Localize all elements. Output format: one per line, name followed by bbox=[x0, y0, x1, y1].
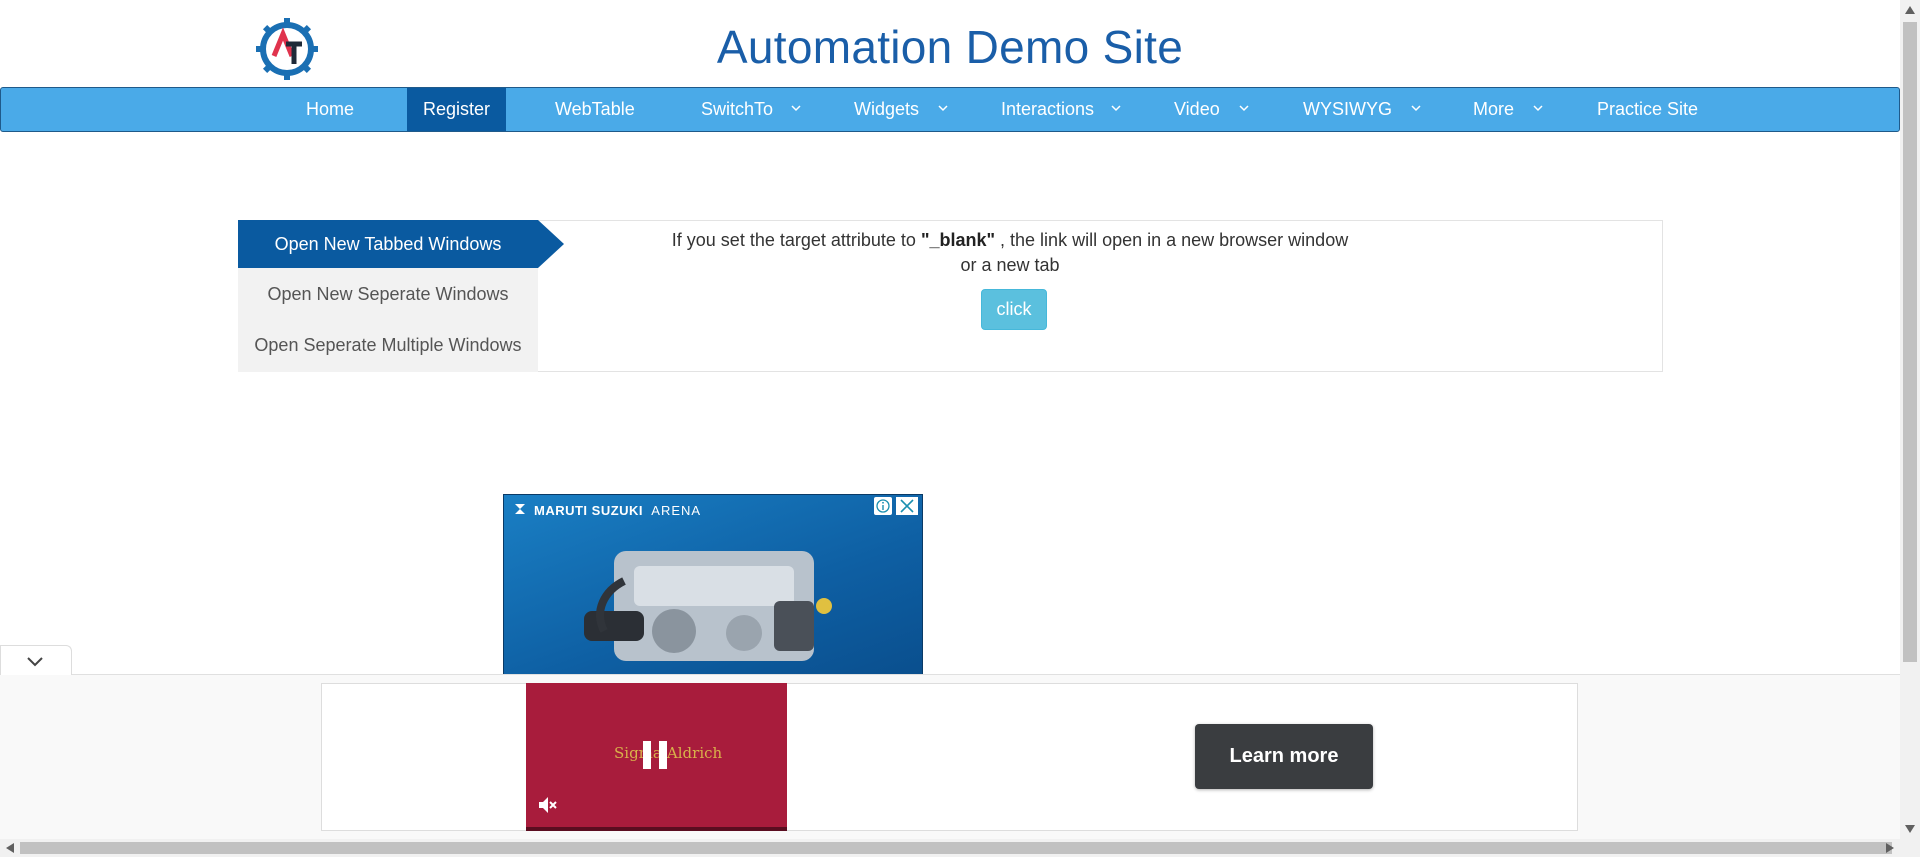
scroll-left-arrow-icon[interactable] bbox=[6, 843, 14, 853]
vertical-scrollbar-thumb[interactable] bbox=[1903, 22, 1917, 662]
chevron-down-icon bbox=[27, 657, 43, 667]
close-icon[interactable] bbox=[896, 497, 918, 515]
site-title: Automation Demo Site bbox=[716, 21, 1184, 73]
chevron-down-icon[interactable] bbox=[938, 103, 948, 113]
engine-image bbox=[584, 551, 832, 661]
suzuki-logo-icon bbox=[515, 504, 525, 514]
scroll-down-arrow-icon[interactable] bbox=[1905, 825, 1915, 833]
nav-home[interactable]: Home bbox=[306, 88, 354, 131]
learn-more-button[interactable]: Learn more bbox=[1195, 724, 1373, 789]
horizontal-scrollbar-thumb[interactable] bbox=[20, 842, 1892, 854]
collapse-ad-tab[interactable] bbox=[0, 645, 72, 675]
scroll-right-arrow-icon[interactable] bbox=[1886, 843, 1894, 853]
desc-suffix: , the link will open in a new browser wi… bbox=[995, 230, 1349, 250]
ad-brand-sub: ARENA bbox=[651, 503, 702, 518]
pause-icon[interactable] bbox=[640, 739, 670, 771]
tab-label: Open New Tabbed Windows bbox=[274, 234, 502, 254]
site-logo bbox=[256, 18, 318, 80]
nav-wysiwyg[interactable]: WYSIWYG bbox=[1303, 88, 1392, 131]
video-ad-container bbox=[321, 683, 1578, 831]
click-button[interactable]: click bbox=[981, 289, 1047, 330]
nav-widgets[interactable]: Widgets bbox=[854, 88, 919, 131]
mute-icon[interactable] bbox=[536, 794, 558, 816]
nav-switchto[interactable]: SwitchTo bbox=[701, 88, 773, 131]
nav-practice-site[interactable]: Practice Site bbox=[1597, 88, 1698, 131]
active-tab-arrow bbox=[538, 220, 564, 268]
desc-prefix: If you set the target attribute to bbox=[671, 230, 921, 250]
chevron-down-icon[interactable] bbox=[1239, 103, 1249, 113]
nav-interactions[interactable]: Interactions bbox=[1001, 88, 1094, 131]
advertisement-banner[interactable]: MARUTI SUZUKI ARENA bbox=[503, 494, 923, 675]
video-progress-bar[interactable] bbox=[526, 827, 787, 831]
info-icon[interactable] bbox=[874, 497, 892, 515]
window-tabs: Open New Tabbed Windows Open New Seperat… bbox=[238, 220, 564, 372]
chevron-down-icon[interactable] bbox=[791, 103, 801, 113]
tab-open-new-tabbed-windows[interactable]: Open New Tabbed Windows bbox=[238, 220, 564, 268]
ad-brand: MARUTI SUZUKI bbox=[534, 503, 644, 518]
nav-webtable[interactable]: WebTable bbox=[555, 88, 635, 131]
tab-open-new-seperate-windows[interactable]: Open New Seperate Windows bbox=[238, 270, 538, 318]
chevron-down-icon[interactable] bbox=[1533, 103, 1543, 113]
desc-line2: or a new tab bbox=[960, 255, 1060, 275]
tab-description: If you set the target attribute to "_bla… bbox=[640, 228, 1380, 278]
main-navbar: Home Register WebTable SwitchTo Widgets … bbox=[0, 87, 1900, 132]
chevron-down-icon[interactable] bbox=[1111, 103, 1121, 113]
desc-target-value: "_blank" bbox=[920, 230, 996, 250]
nav-more[interactable]: More bbox=[1473, 88, 1514, 131]
nav-register[interactable]: Register bbox=[407, 88, 507, 131]
chevron-down-icon[interactable] bbox=[1411, 103, 1421, 113]
tab-open-seperate-multiple-windows[interactable]: Open Seperate Multiple Windows bbox=[238, 321, 538, 369]
scroll-up-arrow-icon[interactable] bbox=[1905, 6, 1915, 14]
nav-video[interactable]: Video bbox=[1174, 88, 1220, 131]
